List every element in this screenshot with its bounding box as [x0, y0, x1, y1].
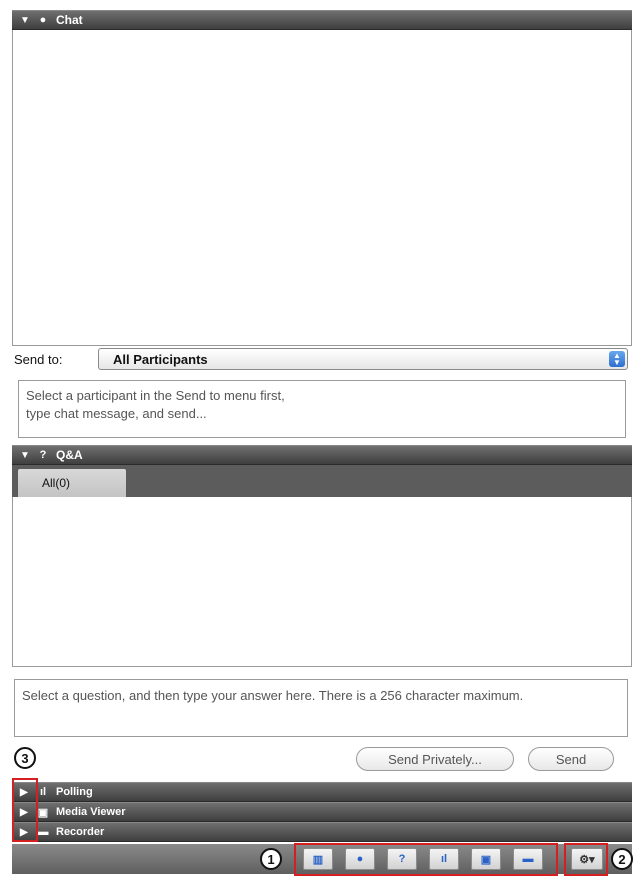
media-viewer-icon: ▣ [37, 806, 49, 819]
tab-all-label: All(0) [42, 476, 71, 490]
qa-icon: ? [39, 449, 47, 461]
tab-all[interactable]: All(0) [18, 469, 126, 497]
polling-icon: ıl [39, 786, 47, 798]
callout-3: 3 [14, 747, 36, 769]
sendto-label: Send to: [14, 351, 63, 367]
chat-icon[interactable]: ● [345, 848, 375, 870]
callout-2: 2 [611, 848, 633, 870]
polling-panel-header[interactable]: ▶ ıl Polling [12, 782, 632, 802]
recorder-panel-header[interactable]: ▶ ▬ Recorder [12, 822, 632, 842]
gear-icon[interactable]: ⚙▾ [571, 848, 603, 870]
send-button[interactable]: Send [528, 747, 614, 771]
qa-panel-header[interactable]: ▼ ? Q&A [12, 445, 632, 465]
qa-panel-title: Q&A [56, 448, 83, 462]
collapse-triangle-icon[interactable]: ▼ [20, 450, 30, 461]
media-viewer-panel-header[interactable]: ▶ ▣ Media Viewer [12, 802, 632, 822]
callout-1: 1 [260, 848, 282, 870]
media-viewer-panel-title: Media Viewer [56, 806, 126, 818]
qa-icon[interactable]: ? [387, 848, 417, 870]
chat-history [12, 30, 632, 346]
sendto-value: All Participants [113, 351, 208, 367]
media-viewer-icon[interactable]: ▣ [471, 848, 501, 870]
polling-panel-title: Polling [56, 786, 93, 798]
chat-panel-header[interactable]: ▼ ● Chat [12, 10, 632, 30]
collapse-triangle-icon[interactable]: ▼ [20, 15, 30, 26]
sendto-row: Send to: All Participants ▲ ▼ [12, 347, 632, 371]
recorder-panel-title: Recorder [56, 826, 105, 838]
qa-answer-input[interactable]: Select a question, and then type your an… [14, 679, 628, 737]
polling-icon[interactable]: ıl [429, 848, 459, 870]
recorder-icon: ▬ [37, 826, 49, 838]
participants-icon[interactable]: ▥ [303, 848, 333, 870]
qa-tabbar: All(0) [12, 465, 632, 497]
qa-question-list [12, 497, 632, 667]
chat-bubble-icon: ● [39, 14, 47, 26]
sendto-select[interactable]: All Participants ▲ ▼ [98, 348, 628, 370]
select-arrows-icon: ▲ ▼ [609, 351, 625, 367]
send-privately-button[interactable]: Send Privately... [356, 747, 514, 771]
chat-message-input[interactable]: Select a participant in the Send to menu… [18, 380, 626, 438]
chat-panel-title: Chat [56, 13, 83, 27]
expand-arrows-highlight [12, 778, 38, 842]
recorder-icon[interactable]: ▬ [513, 848, 543, 870]
